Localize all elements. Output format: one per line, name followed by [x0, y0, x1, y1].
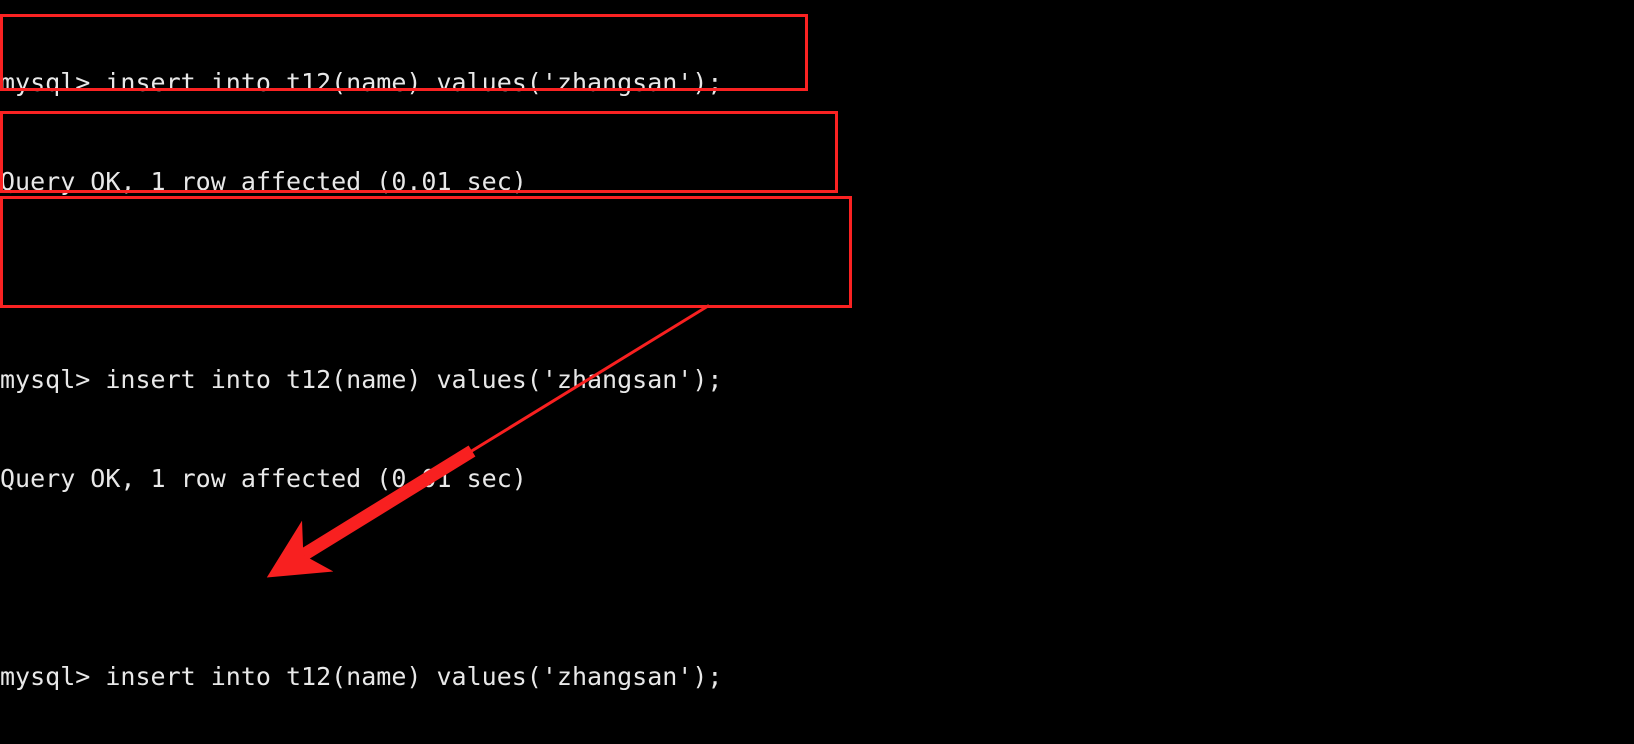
terminal-line: mysql> insert into t12(name) values('zha…: [0, 662, 723, 691]
terminal-output: mysql> insert into t12(name) values('zha…: [0, 0, 1634, 744]
terminal-line: mysql> insert into t12(name) values('zha…: [0, 68, 723, 97]
terminal-window[interactable]: mysql> insert into t12(name) values('zha…: [0, 0, 1634, 744]
terminal-line: Query OK, 1 row affected (0.01 sec): [0, 167, 527, 196]
terminal-line: mysql> insert into t12(name) values('zha…: [0, 365, 723, 394]
terminal-line: Query OK, 1 row affected (0.01 sec): [0, 464, 527, 493]
